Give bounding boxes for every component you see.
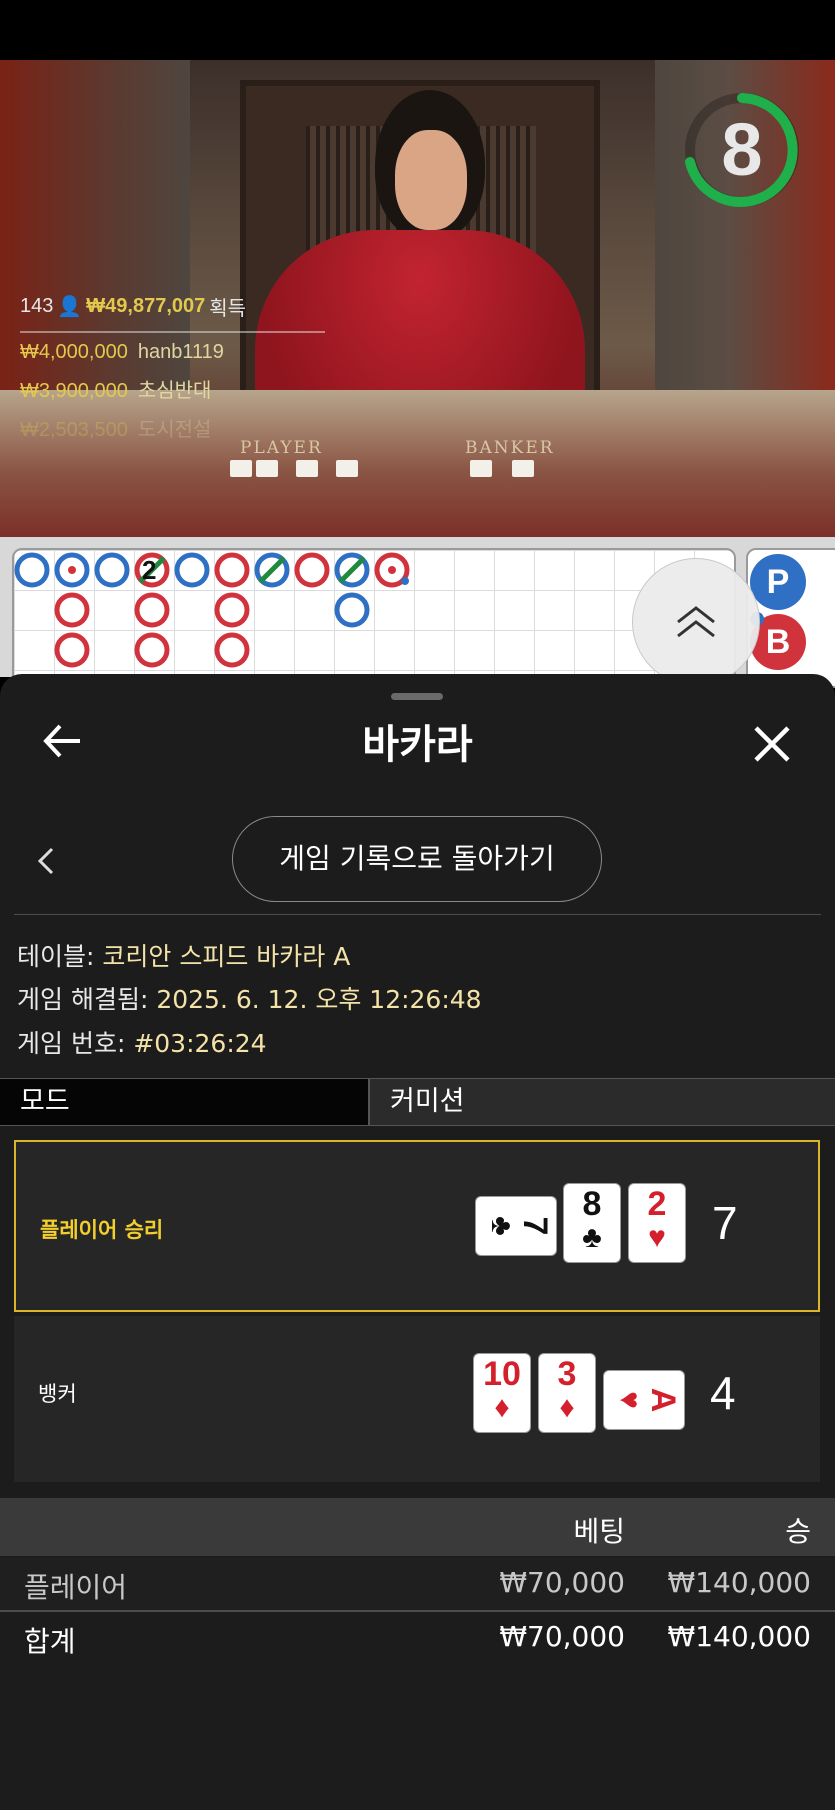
person-icon: 👤 [57,296,83,318]
tie-count-label: 2 [142,555,157,585]
card-rank: 8 [582,1185,602,1223]
card-suit: ♥ [613,1391,646,1409]
mode-tabs: 모드 커미션 [0,1078,835,1126]
playing-card: 8 ♣ [564,1184,620,1262]
total-row: 합계 ₩70,000 ₩140,000 [0,1610,835,1662]
status-bar-area [0,0,835,60]
total-bet-amount: ₩70,000 [499,1620,625,1653]
countdown-number: 8 [721,108,763,191]
sheet-drag-handle[interactable] [391,693,443,700]
collapse-roadmap-button[interactable] [632,558,760,686]
banker-result-label: 뱅커 [38,1382,77,1406]
info-table-label: 테이블: [17,942,95,971]
playing-card: 10 ♦ [474,1354,530,1432]
winner-name: 도시전설 [137,419,212,441]
card-suit: ♦ [559,1391,575,1424]
winners-list: 143 👤 ₩49,877,007 획득 ₩4,000,000 hanb1119 … [20,292,330,452]
chevron-left-icon[interactable] [36,846,56,876]
win-column-header: 승 [785,1515,811,1548]
player-bead-button[interactable]: P [750,554,806,610]
winner-name: 초심반대 [137,380,212,402]
card-rank: 7 [516,1216,554,1236]
table-card [256,460,278,477]
info-table: 테이블: 코리안 스피드 바카라 A [17,937,350,973]
player-result-label: 플레이어 승리 [40,1218,164,1242]
table-card [230,460,252,477]
total-win-amount: ₩140,000 [667,1620,811,1653]
table-card [296,460,318,477]
playing-card: A ♥ [604,1371,684,1429]
banker-result-row: 뱅커 10 ♦ 3 ♦ A ♥ 4 [14,1316,820,1482]
card-rank: 3 [557,1355,577,1393]
bet-amount: ₩70,000 [499,1566,625,1599]
playing-card: 2 ♥ [629,1184,685,1262]
card-suit: ♦ [494,1391,510,1424]
table-card [470,460,492,477]
info-resolved: 게임 해결됨: 2025. 6. 12. 오후 12:26:48 [17,980,482,1016]
playing-card: 7 ♣ [476,1197,556,1255]
info-resolved-value: 2025. 6. 12. 오후 12:26:48 [156,985,482,1014]
table-card [336,460,358,477]
card-rank: 10 [483,1355,521,1393]
winner-row: ₩2,503,500 도시전설 [20,413,330,442]
card-rank: A [644,1387,682,1413]
winner-row: ₩4,000,000 hanb1119 [20,341,330,364]
page-title: 바카라 [362,722,473,768]
divider [14,914,821,915]
info-number-label: 게임 번호: [17,1029,126,1058]
back-to-history-button[interactable]: 게임 기록으로 돌아가기 [232,816,602,902]
bet-column-header: 베팅 [573,1515,625,1548]
player-result-row: 플레이어 승리 7 ♣ 8 ♣ 2 ♥ 7 [14,1140,820,1312]
close-icon[interactable] [752,724,792,764]
winner-amount: ₩3,900,000 [20,380,128,402]
table-card [512,460,534,477]
big-road-marks [14,552,410,668]
card-rank: 2 [647,1185,667,1223]
double-chevron-up-icon [677,606,715,638]
winner-name: hanb1119 [137,341,224,363]
winners-divider [20,331,325,333]
table-banker-label: BANKER [465,438,555,458]
info-resolved-label: 게임 해결됨: [17,985,149,1014]
card-suit: ♣ [582,1221,602,1254]
winners-total: ₩49,877,007 [86,295,206,317]
info-number-value: #03:26:24 [133,1029,267,1058]
tab-mode[interactable]: 모드 [0,1079,370,1125]
bets-table-header: 베팅 승 [0,1498,835,1556]
winner-amount: ₩4,000,000 [20,341,128,363]
total-label: 합계 [24,1625,76,1658]
winners-total-suffix: 획득 [209,298,247,320]
info-table-value: 코리안 스피드 바카라 A [102,942,351,971]
winners-summary: 143 👤 ₩49,877,007 획득 [20,292,330,321]
player-score: 7 [712,1197,738,1249]
info-number: 게임 번호: #03:26:24 [17,1024,267,1060]
winner-amount: ₩2,503,500 [20,419,128,441]
tab-commission[interactable]: 커미션 [370,1079,835,1125]
playing-card: 3 ♦ [539,1354,595,1432]
winner-count: 143 [20,295,54,317]
table-row: 플레이어 ₩70,000 ₩140,000 [0,1558,835,1610]
winner-row: ₩3,900,000 초심반대 [20,374,330,403]
card-suit: ♣ [485,1216,518,1236]
dealer-face [395,130,467,230]
card-suit: ♥ [648,1221,666,1254]
bet-name: 플레이어 [24,1571,128,1604]
win-amount: ₩140,000 [667,1566,811,1599]
banker-score: 4 [710,1367,736,1419]
